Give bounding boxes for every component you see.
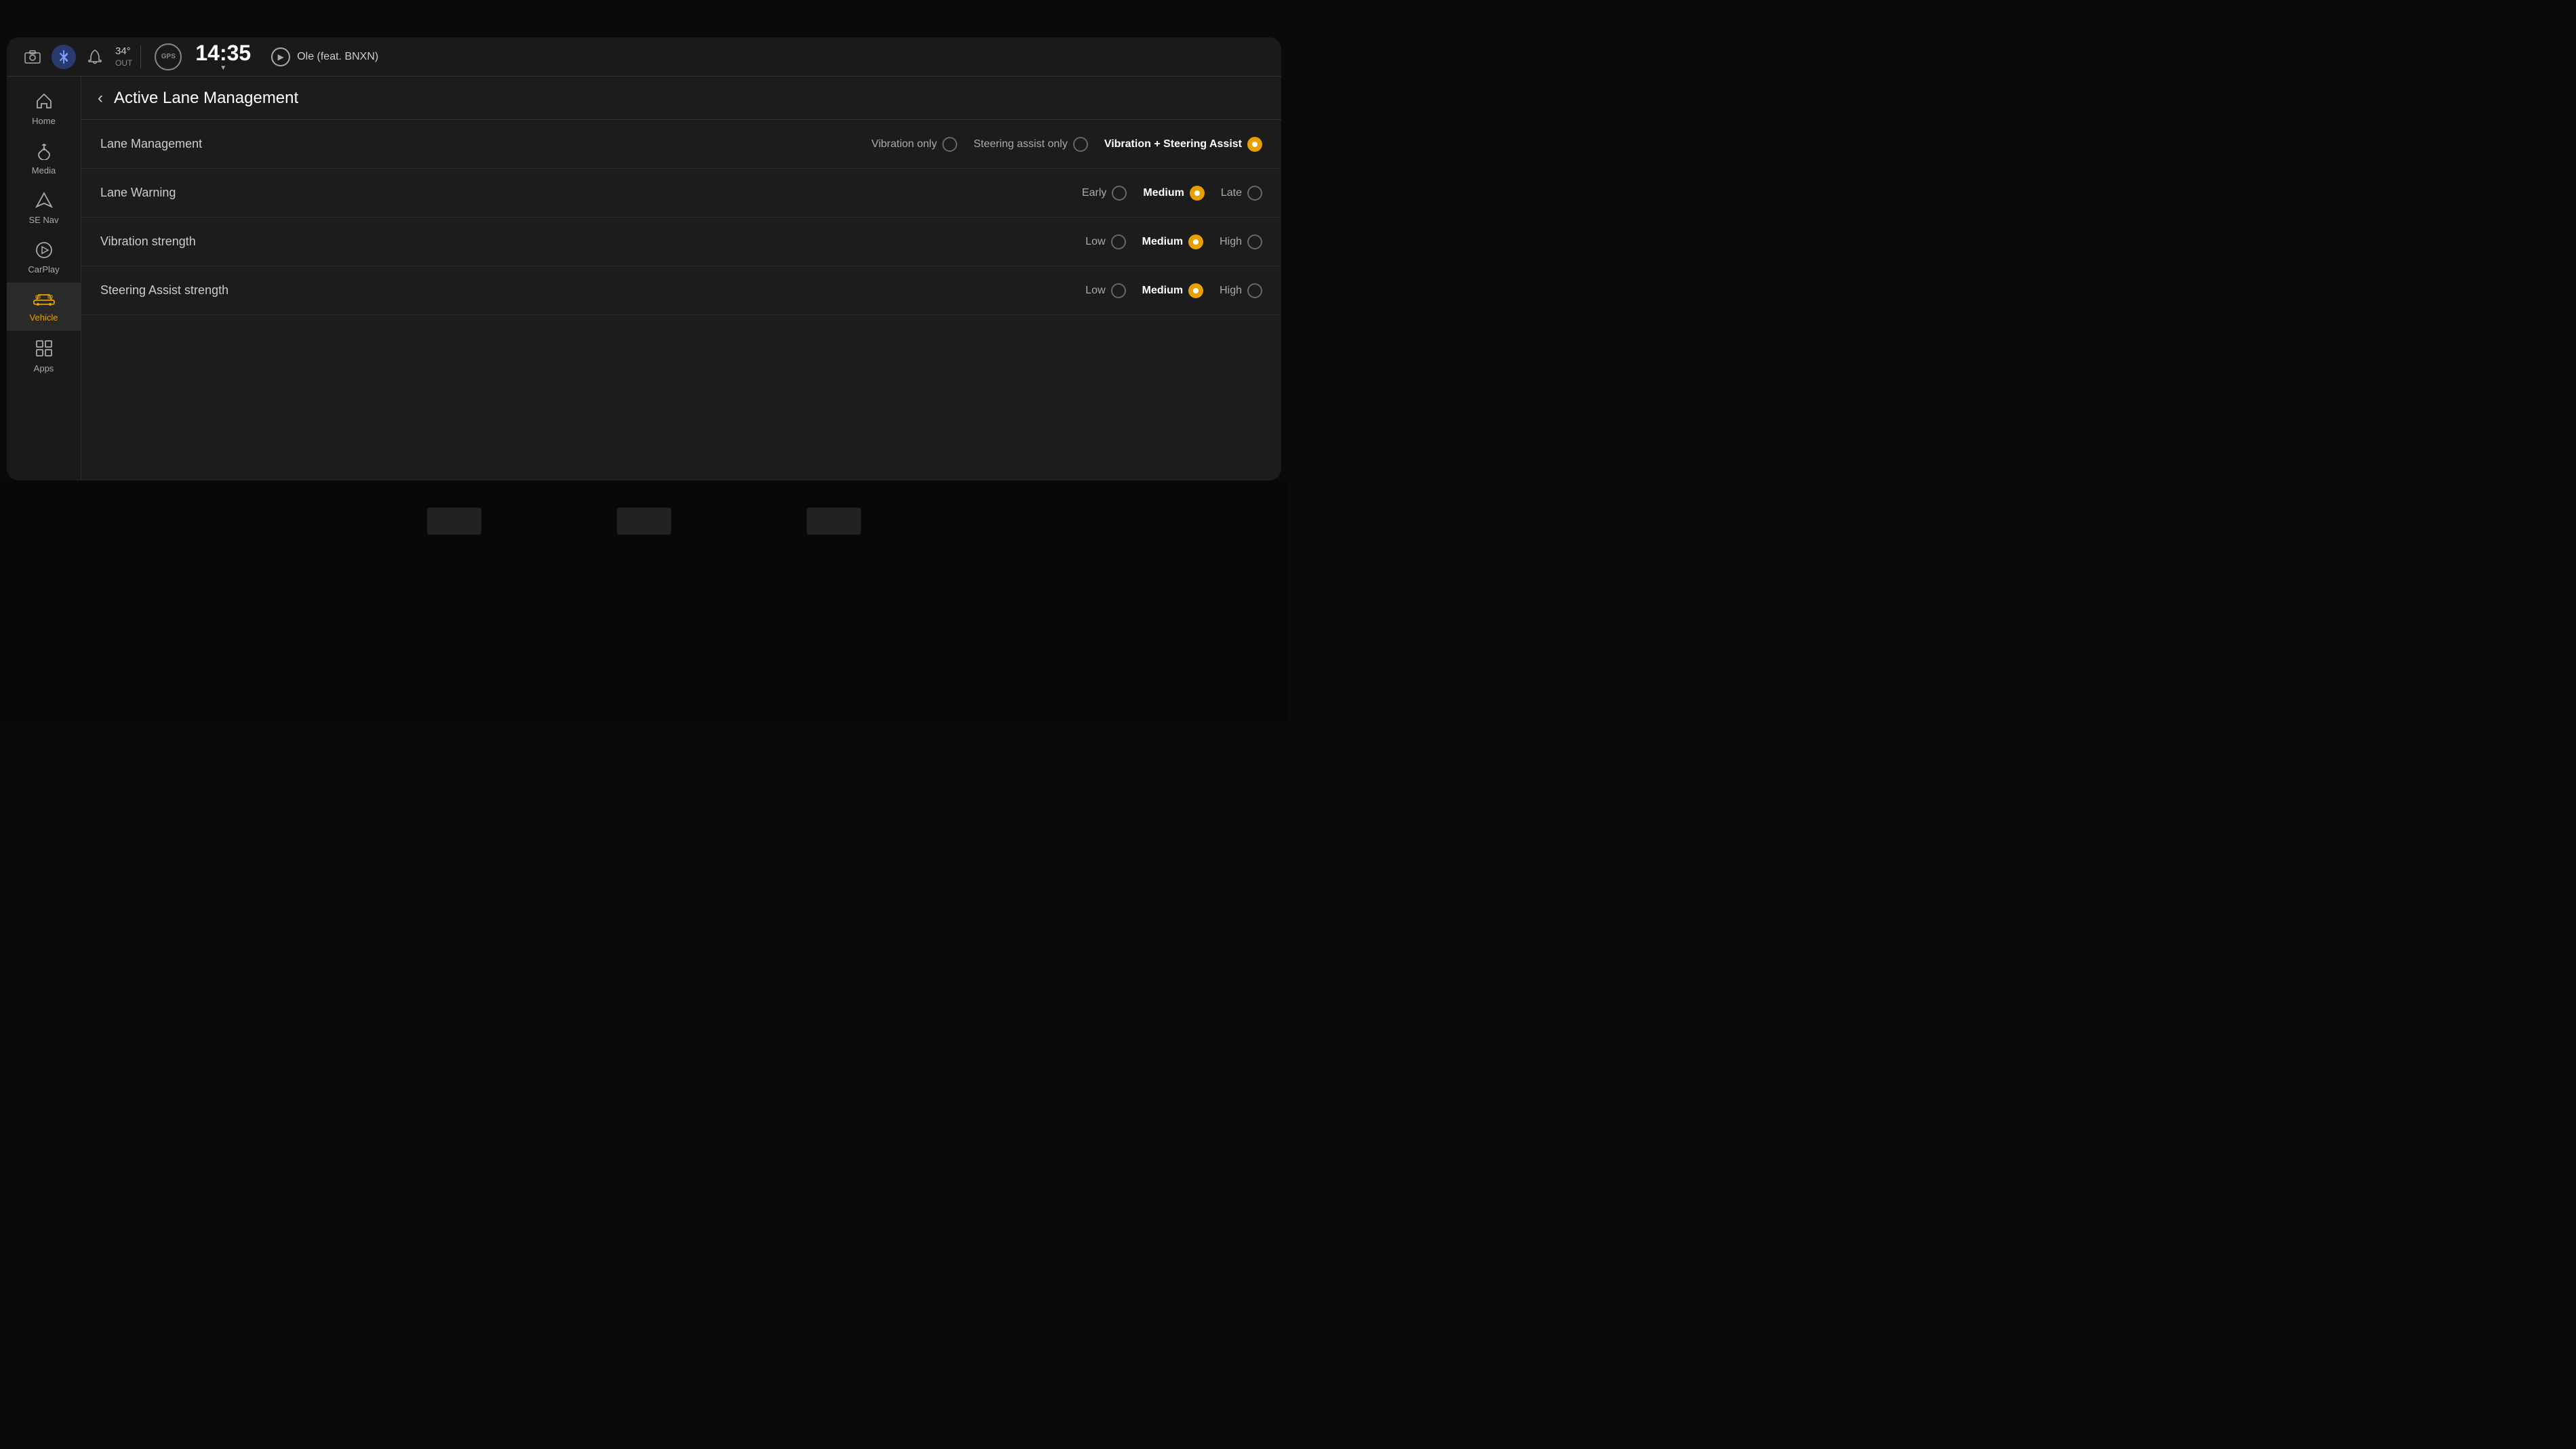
early-radio[interactable] (1112, 186, 1127, 201)
steering-medium-option[interactable]: Medium (1142, 283, 1203, 298)
media-icon (35, 142, 53, 163)
early-label: Early (1082, 187, 1106, 199)
settings-list: Lane Management Vibration only Steering … (81, 120, 1281, 481)
vibration-high-label: High (1220, 236, 1242, 248)
status-icons (20, 45, 107, 69)
play-icon[interactable]: ▶ (271, 47, 290, 66)
steering-medium-label: Medium (1142, 285, 1183, 297)
medium-warning-label: Medium (1143, 187, 1184, 199)
temperature-display: 34° OUT (107, 45, 141, 68)
vibration-low-label: Low (1085, 236, 1105, 248)
sidebar: Home Media SE Nav (7, 77, 81, 481)
media-info: ▶ Ole (feat. BNXN) (271, 47, 378, 66)
steering-medium-radio[interactable] (1188, 283, 1203, 298)
vibration-medium-option[interactable]: Medium (1142, 234, 1203, 249)
lane-management-row: Lane Management Vibration only Steering … (81, 120, 1281, 169)
late-radio[interactable] (1247, 186, 1262, 201)
content-area: ‹ Active Lane Management Lane Management… (81, 77, 1281, 481)
steering-high-option[interactable]: High (1220, 283, 1262, 298)
bell-icon[interactable] (83, 45, 107, 69)
sidebar-item-carplay-label: CarPlay (28, 264, 59, 274)
medium-warning-option[interactable]: Medium (1143, 186, 1204, 201)
home-icon (35, 91, 54, 113)
late-label: Late (1221, 187, 1242, 199)
steering-assist-strength-row: Steering Assist strength Low Medium High (81, 266, 1281, 315)
vehicle-icon (33, 291, 56, 310)
vibration-medium-radio[interactable] (1188, 234, 1203, 249)
steering-high-radio[interactable] (1247, 283, 1262, 298)
sidebar-item-apps-label: Apps (34, 363, 54, 373)
sidebar-item-vehicle-label: Vehicle (30, 312, 58, 323)
apps-icon (35, 339, 54, 361)
steering-low-option[interactable]: Low (1085, 283, 1125, 298)
vibration-only-option[interactable]: Vibration only (871, 137, 957, 152)
camera-icon[interactable] (20, 45, 45, 69)
vibration-only-radio[interactable] (942, 137, 957, 152)
steering-assist-strength-options: Low Medium High (1085, 283, 1262, 298)
back-button[interactable]: ‹ (98, 89, 103, 108)
carplay-icon (35, 241, 53, 262)
lane-management-options: Vibration only Steering assist only Vibr… (871, 137, 1262, 152)
lane-management-label: Lane Management (100, 137, 277, 151)
sidebar-item-vehicle[interactable]: Vehicle (7, 283, 81, 331)
clock-chevron: ▼ (220, 65, 226, 72)
lane-warning-row: Lane Warning Early Medium Late (81, 169, 1281, 218)
sidebar-item-media[interactable]: Media (7, 134, 81, 184)
bluetooth-icon[interactable] (52, 45, 76, 69)
temperature-unit: OUT (115, 58, 132, 68)
steering-assist-strength-label: Steering Assist strength (100, 283, 277, 298)
vibration-steering-label: Vibration + Steering Assist (1104, 138, 1242, 150)
sidebar-item-home[interactable]: Home (7, 83, 81, 134)
sidebar-item-nav[interactable]: SE Nav (7, 184, 81, 233)
vibration-low-option[interactable]: Low (1085, 234, 1125, 249)
temperature-value: 34° (115, 45, 131, 57)
steering-high-label: High (1220, 285, 1242, 297)
page-title: Active Lane Management (114, 89, 298, 108)
physical-control-right (807, 508, 861, 535)
vibration-steering-radio[interactable] (1247, 137, 1262, 152)
status-bar: 34° OUT GPS 14:35 ▼ ▶ Ole (feat. BNXN) (7, 37, 1281, 77)
vibration-medium-label: Medium (1142, 236, 1183, 248)
vibration-strength-row: Vibration strength Low Medium High (81, 218, 1281, 266)
lane-warning-options: Early Medium Late (1082, 186, 1262, 201)
vibration-low-radio[interactable] (1111, 234, 1126, 249)
steering-low-radio[interactable] (1111, 283, 1126, 298)
steering-assist-only-option[interactable]: Steering assist only (973, 137, 1088, 152)
lane-warning-label: Lane Warning (100, 186, 277, 200)
steering-assist-only-label: Steering assist only (973, 138, 1068, 150)
physical-control-left (427, 508, 481, 535)
content-header: ‹ Active Lane Management (81, 77, 1281, 120)
steering-low-label: Low (1085, 285, 1105, 297)
vibration-strength-label: Vibration strength (100, 234, 277, 249)
vibration-high-option[interactable]: High (1220, 234, 1262, 249)
bottom-area (0, 481, 1288, 724)
sidebar-item-home-label: Home (32, 116, 56, 126)
nav-icon (35, 192, 53, 212)
vibration-steering-option[interactable]: Vibration + Steering Assist (1104, 137, 1262, 152)
late-option[interactable]: Late (1221, 186, 1262, 201)
vibration-only-label: Vibration only (871, 138, 937, 150)
vibration-strength-options: Low Medium High (1085, 234, 1262, 249)
steering-assist-only-radio[interactable] (1073, 137, 1088, 152)
sidebar-item-nav-label: SE Nav (28, 215, 58, 225)
clock-display: 14:35 ▼ (195, 42, 251, 72)
physical-control-center (617, 508, 671, 535)
now-playing: Ole (feat. BNXN) (297, 51, 378, 63)
gps-icon[interactable]: GPS (155, 43, 182, 70)
sidebar-item-carplay[interactable]: CarPlay (7, 233, 81, 283)
medium-warning-radio[interactable] (1190, 186, 1205, 201)
vibration-high-radio[interactable] (1247, 234, 1262, 249)
early-option[interactable]: Early (1082, 186, 1127, 201)
sidebar-item-apps[interactable]: Apps (7, 331, 81, 382)
sidebar-item-media-label: Media (32, 165, 56, 176)
time-value: 14:35 (195, 42, 251, 64)
